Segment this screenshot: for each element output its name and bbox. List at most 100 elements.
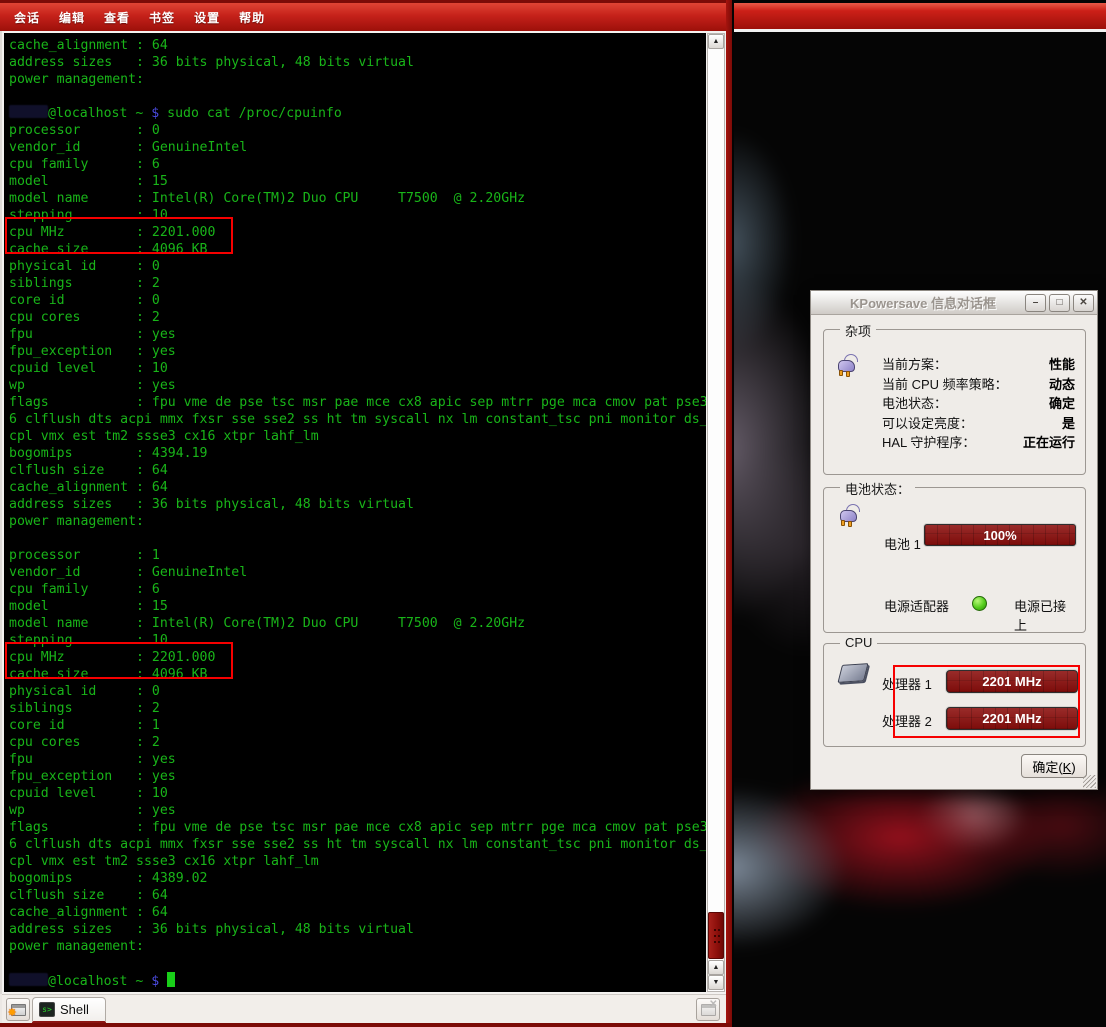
terminal-line-38: physical id : 0	[9, 683, 705, 700]
battery-progressbar: 100%	[924, 524, 1076, 546]
terminal-line-21: flags : fpu vme de pse tsc msr pae mce c…	[9, 394, 705, 411]
terminal-scrollbar[interactable]: ▲ ▲ ▼	[707, 33, 725, 992]
terminal-line-54	[9, 955, 705, 972]
misc-row-label: HAL 守护程序：	[882, 432, 975, 451]
terminal-line-49: bogomips : 4389.02	[9, 870, 705, 887]
terminal-text: cache_alignment : 64address sizes : 36 b…	[9, 37, 705, 989]
misc-row-3: 可以设定亮度：是	[882, 413, 1075, 433]
terminal-line-20: wp : yes	[9, 377, 705, 394]
kpowersave-dialog: KPowersave 信息对话框 – □ ✕ 杂项 当前方案：性能当前 CPU …	[810, 290, 1098, 790]
terminal-line-44: cpuid level : 10	[9, 785, 705, 802]
terminal-line-42: fpu : yes	[9, 751, 705, 768]
menu-item-1[interactable]: 编辑	[59, 9, 85, 26]
menu-item-2[interactable]: 查看	[104, 9, 130, 26]
terminal-line-34: model name : Intel(R) Core(TM)2 Duo CPU …	[9, 615, 705, 632]
menu-item-5[interactable]: 帮助	[239, 9, 265, 26]
resize-grip[interactable]	[1083, 775, 1096, 788]
terminal-line-48: cpl vmx est tm2 ssse3 cx16 xtpr lahf_lm	[9, 853, 705, 870]
close-icon[interactable]: ✕	[1073, 294, 1094, 312]
scrollbar-thumb[interactable]	[708, 912, 724, 959]
power-plug-icon	[836, 356, 860, 376]
misc-row-value: 确定	[1049, 393, 1075, 412]
adapter-row: 电源适配器 电源已接上	[884, 596, 1077, 612]
terminal-line-28: power management:	[9, 513, 705, 530]
tab-shell[interactable]: s> Shell	[32, 997, 106, 1021]
terminal-line-2: power management:	[9, 71, 705, 88]
thumb-grip	[713, 927, 721, 945]
terminal-line-52: address sizes : 36 bits physical, 48 bit…	[9, 921, 705, 938]
terminal-line-53: power management:	[9, 938, 705, 955]
terminal-line-7: cpu family : 6	[9, 156, 705, 173]
minimize-icon[interactable]: –	[1025, 294, 1046, 312]
led-green-icon	[972, 596, 987, 611]
terminal-line-47: 6 clflush dts acpi mmx fxsr sse sse2 ss …	[9, 836, 705, 853]
terminal-line-26: cache_alignment : 64	[9, 479, 705, 496]
close-session-icon: ✕	[701, 1004, 716, 1016]
battery-groupbox: 电池状态： 电池 1 100% 电源适配器 电源已接上	[823, 487, 1086, 633]
terminal-icon: s>	[39, 1002, 55, 1017]
redacted-username	[9, 973, 48, 986]
cpu-legend: CPU	[840, 635, 877, 650]
terminal-line-27: address sizes : 36 bits physical, 48 bit…	[9, 496, 705, 513]
battery-label: 电池 1	[884, 534, 921, 553]
annotation-box-cpu1	[5, 642, 233, 679]
terminal-line-32: cpu family : 6	[9, 581, 705, 598]
terminal-line-16: cpu cores : 2	[9, 309, 705, 326]
terminal-line-8: model : 15	[9, 173, 705, 190]
terminal-line-13: physical id : 0	[9, 258, 705, 275]
terminal-line-19: cpuid level : 10	[9, 360, 705, 377]
terminal-line-31: vendor_id : GenuineIntel	[9, 564, 705, 581]
terminal-line-17: fpu : yes	[9, 326, 705, 343]
terminal-line-55: @localhost ~ $	[9, 972, 705, 989]
terminal-line-33: model : 15	[9, 598, 705, 615]
terminal-cursor	[167, 972, 175, 987]
misc-row-label: 可以设定亮度：	[882, 413, 973, 432]
close-session-button[interactable]: ✕	[696, 998, 720, 1021]
ok-button[interactable]: 确定(K)	[1021, 754, 1087, 778]
misc-row-0: 当前方案：性能	[882, 354, 1075, 374]
misc-row-value: 性能	[1049, 354, 1075, 373]
redacted-username	[9, 105, 48, 118]
terminal-frame: cache_alignment : 64address sizes : 36 b…	[0, 31, 726, 994]
session-tab-bar: ✸ s> Shell ✕	[2, 994, 726, 1023]
terminal-line-9: model name : Intel(R) Core(TM)2 Duo CPU …	[9, 190, 705, 207]
background-window-titlebar[interactable]	[734, 3, 1106, 29]
window-border-bottom	[0, 1023, 732, 1027]
scroll-up-icon[interactable]: ▲	[708, 34, 724, 49]
terminal-line-23: cpl vmx est tm2 ssse3 cx16 xtpr lahf_lm	[9, 428, 705, 445]
menu-item-0[interactable]: 会话	[14, 9, 40, 26]
terminal-line-29	[9, 530, 705, 547]
terminal-line-15: core id : 0	[9, 292, 705, 309]
terminal-line-18: fpu_exception : yes	[9, 343, 705, 360]
misc-row-4: HAL 守护程序：正在运行	[882, 432, 1075, 452]
terminal-line-30: processor : 1	[9, 547, 705, 564]
misc-row-label: 电池状态：	[882, 393, 947, 412]
maximize-icon[interactable]: □	[1049, 294, 1070, 312]
konsole-menu-bar[interactable]: 会话 编辑 查看 书签 设置 帮助	[0, 0, 732, 31]
adapter-label: 电源适配器	[884, 596, 949, 615]
terminal-line-45: wp : yes	[9, 802, 705, 819]
new-session-button[interactable]: ✸	[6, 998, 30, 1021]
annotation-box-cpu-frequency	[893, 665, 1080, 738]
terminal-line-24: bogomips : 4394.19	[9, 445, 705, 462]
terminal-line-1: address sizes : 36 bits physical, 48 bit…	[9, 54, 705, 71]
terminal-line-46: flags : fpu vme de pse tsc msr pae mce c…	[9, 819, 705, 836]
terminal-screen[interactable]: cache_alignment : 64address sizes : 36 b…	[4, 33, 706, 992]
scroll-up2-icon[interactable]: ▲	[708, 960, 724, 975]
terminal-line-5: processor : 0	[9, 122, 705, 139]
terminal-line-6: vendor_id : GenuineIntel	[9, 139, 705, 156]
konsole-window: 会话编辑查看书签设置帮助 cache_alignment : 64address…	[0, 0, 732, 1027]
terminal-line-43: fpu_exception : yes	[9, 768, 705, 785]
misc-row-value: 动态	[1049, 374, 1075, 393]
terminal-line-39: siblings : 2	[9, 700, 705, 717]
terminal-line-3	[9, 88, 705, 105]
misc-legend: 杂项	[840, 321, 876, 340]
menu-item-3[interactable]: 书签	[149, 9, 175, 26]
terminal-line-50: clflush size : 64	[9, 887, 705, 904]
menu-item-4[interactable]: 设置	[194, 9, 220, 26]
misc-row-2: 电池状态： 确定	[882, 393, 1075, 413]
misc-rows: 当前方案：性能当前 CPU 频率策略：动态电池状态：确定可以设定亮度：是HAL …	[882, 354, 1075, 452]
terminal-line-14: siblings : 2	[9, 275, 705, 292]
scroll-down-icon[interactable]: ▼	[708, 975, 724, 990]
dialog-titlebar[interactable]: KPowersave 信息对话框 – □ ✕	[811, 291, 1097, 315]
